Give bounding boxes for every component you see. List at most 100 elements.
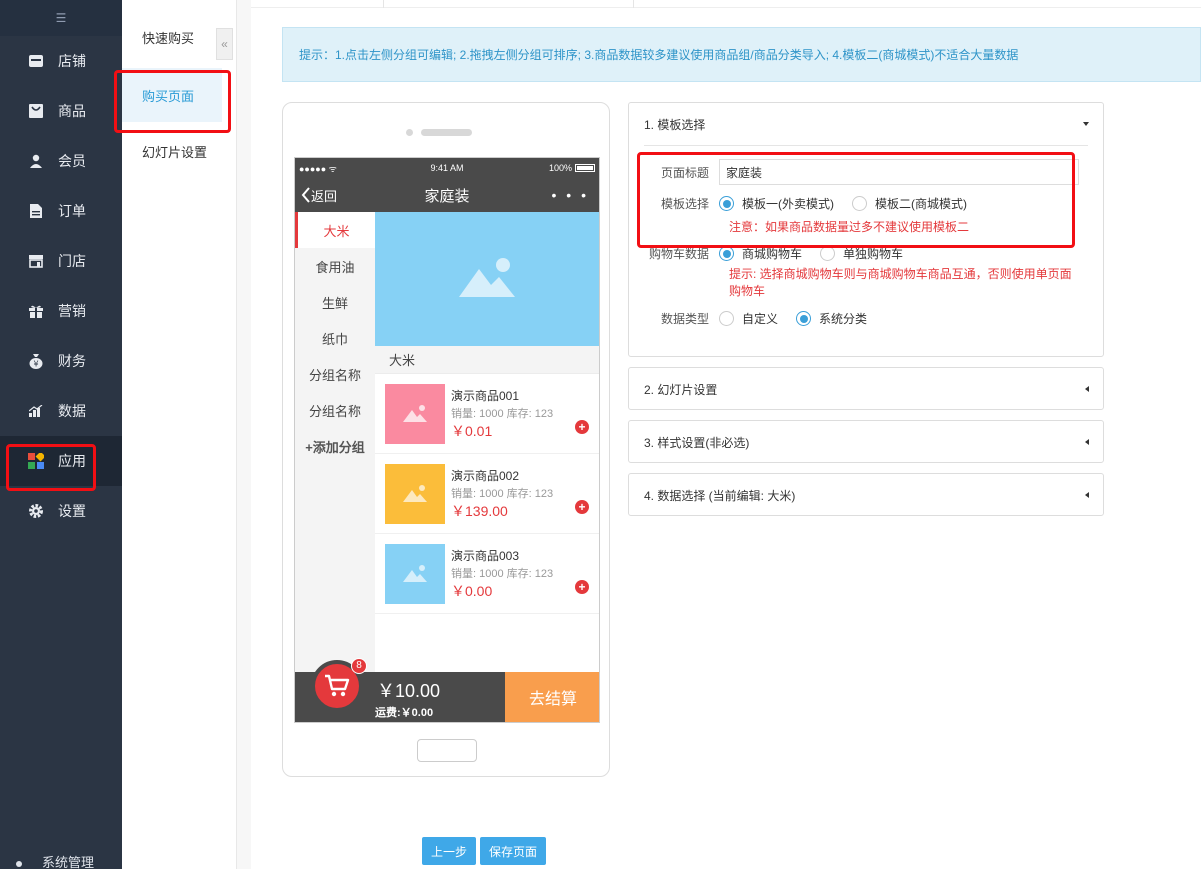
banner-image[interactable] [375, 212, 599, 346]
sidebar-item-marketing[interactable]: 营销 [0, 286, 122, 336]
add-to-cart-icon[interactable]: + [575, 580, 589, 594]
radio-checked-icon [719, 246, 734, 261]
sidebar-item-system[interactable]: 系统管理 [0, 855, 122, 869]
sidebar-item-order[interactable]: 订单 [0, 186, 122, 236]
caret-left-icon [1085, 386, 1089, 392]
status-time: 9:41 AM [430, 163, 464, 173]
category-item[interactable]: 分组名称 [295, 392, 375, 428]
phone-home-button [417, 739, 477, 762]
cart-bar: 8 ￥10.00 运费:￥0.00 去结算 [295, 658, 599, 722]
apps-icon [28, 453, 44, 469]
sidebar-item-data[interactable]: 数据 [0, 386, 122, 436]
status-bar: ●●●●● ᯤ 9:41 AM 100% [295, 158, 599, 178]
submenu-item-slides[interactable]: 幻灯片设置 [122, 122, 236, 180]
product-info: 演示商品003 销量: 1000 库存: 123 ￥0.00 [451, 547, 553, 601]
submenu-item-label: 幻灯片设置 [142, 144, 208, 160]
mall-cart-radio[interactable]: 商城购物车 [719, 245, 802, 262]
cart-icon [325, 674, 350, 697]
sidebar-collapse-toggle[interactable]: ☰ [0, 0, 122, 36]
sidebar-item-apps[interactable]: 应用 [0, 436, 122, 486]
checkout-button[interactable]: 去结算 [505, 672, 599, 722]
product-name: 演示商品002 [451, 468, 520, 483]
image-placeholder-icon [403, 484, 427, 502]
panel-data-select[interactable]: 4. 数据选择 (当前编辑: 大米) [628, 473, 1104, 516]
panel-body: 页面标题 家庭装 模板选择 模板一(外卖模式) 模板二(商城模式) 注意：如果商… [644, 145, 1088, 351]
panel-template-select: 1. 模板选择 页面标题 家庭装 模板选择 模板一(外卖模式) 模板二(商城模式… [628, 102, 1104, 357]
image-placeholder-icon [459, 258, 515, 297]
sidebar-item-label: 财务 [58, 353, 86, 369]
tip-text: 购物车 [729, 284, 766, 298]
phone-camera [406, 129, 413, 136]
member-icon [28, 153, 44, 169]
template-one-radio[interactable]: 模板一(外卖模式) [719, 195, 834, 212]
product-content: 大米 演示商品001 销量: 1000 库存: 123 ￥0.01 + 演示商品… [375, 212, 599, 672]
panel-style[interactable]: 3. 样式设置(非必选) [628, 420, 1104, 463]
save-page-button[interactable]: 保存页面 [480, 837, 546, 865]
sidebar-item-settings[interactable]: 设置 [0, 486, 122, 536]
page-title-input[interactable]: 家庭装 [719, 159, 1079, 185]
sidebar-item-label: 门店 [58, 253, 86, 269]
product-info: 演示商品001 销量: 1000 库存: 123 ￥0.01 [451, 387, 553, 441]
gutter [237, 0, 251, 869]
phone-preview: ●●●●● ᯤ 9:41 AM 100% 返回 家庭装 • • • 大米 食用油… [282, 102, 610, 777]
product-price: ￥0.01 [451, 422, 493, 439]
panel-header[interactable]: 1. 模板选择 [629, 103, 1103, 145]
product-row[interactable]: 演示商品003 销量: 1000 库存: 123 ￥0.00 + [375, 534, 599, 614]
product-row[interactable]: 演示商品002 销量: 1000 库存: 123 ￥139.00 + [375, 454, 599, 534]
category-item[interactable]: 大米 [295, 212, 375, 248]
sidebar-item-label: 设置 [58, 503, 86, 519]
add-to-cart-icon[interactable]: + [575, 420, 589, 434]
back-button[interactable]: 返回 [295, 186, 337, 205]
more-icon[interactable]: • • • [552, 187, 599, 203]
template-row: 模板选择 模板一(外卖模式) 模板二(商城模式) [629, 195, 985, 212]
product-row[interactable]: 演示商品001 销量: 1000 库存: 123 ￥0.01 + [375, 374, 599, 454]
sidebar-item-shop[interactable]: 门店 [0, 236, 122, 286]
template-two-radio[interactable]: 模板二(商城模式) [852, 195, 967, 212]
shipping-fee: 运费:￥0.00 [375, 707, 434, 719]
sidebar-item-label: 会员 [58, 153, 86, 169]
product-info: 演示商品002 销量: 1000 库存: 123 ￥139.00 [451, 467, 553, 521]
panel-title: 1. 模板选择 [644, 117, 706, 132]
cart-tip: 提示: 选择商城购物车则与商城购物车商品互通，否则使用单页面 购物车 [729, 265, 1072, 299]
field-label: 模板选择 [660, 197, 709, 211]
gear-icon [28, 503, 44, 519]
dot-icon [16, 861, 22, 867]
add-to-cart-icon[interactable]: + [575, 500, 589, 514]
tip-notice: 提示：1.点击左侧分组可编辑; 2.拖拽左侧分组可排序; 3.商品数据较多建议使… [282, 27, 1201, 82]
submenu-item-buy-page[interactable]: 购买页面 [122, 68, 222, 122]
sidebar-item-finance[interactable]: ¥ 财务 [0, 336, 122, 386]
category-item[interactable]: 生鲜 [295, 284, 375, 320]
cart-total: ￥10.00 [377, 681, 441, 701]
product-stats: 销量: 1000 库存: 123 [451, 487, 554, 500]
product-price: ￥0.00 [451, 582, 493, 599]
radio-unchecked-icon [852, 196, 867, 211]
sidebar-item-store[interactable]: 店铺 [0, 36, 122, 86]
caret-left-icon [1085, 492, 1089, 498]
category-item[interactable]: 食用油 [295, 248, 375, 284]
prev-step-button[interactable]: 上一步 [422, 837, 476, 865]
field-label: 数据类型 [660, 312, 709, 326]
system-category-radio[interactable]: 系统分类 [796, 310, 867, 327]
sidebar-item-label: 订单 [58, 203, 86, 219]
custom-radio[interactable]: 自定义 [719, 310, 778, 327]
submenu-collapse-button[interactable]: « [216, 28, 233, 60]
category-list: 大米 食用油 生鲜 纸巾 分组名称 分组名称 +添加分组 [295, 212, 375, 672]
radio-label: 单独购物车 [843, 247, 904, 261]
product-thumb [385, 383, 445, 444]
section-title: 大米 [375, 346, 599, 374]
radio-label: 系统分类 [819, 312, 868, 326]
sidebar-item-goods[interactable]: 商品 [0, 86, 122, 136]
panel-slides[interactable]: 2. 幻灯片设置 [628, 367, 1104, 410]
category-item[interactable]: 分组名称 [295, 356, 375, 392]
caret-down-icon [1083, 122, 1089, 126]
sidebar-item-label: 店铺 [58, 53, 86, 69]
cart-count-badge: 8 [351, 658, 367, 674]
panel-header[interactable]: 2. 幻灯片设置 [629, 368, 1103, 410]
add-category-button[interactable]: +添加分组 [295, 428, 375, 464]
tip-text: 提示：1.点击左侧分组可编辑; 2.拖拽左侧分组可排序; 3.商品数据较多建议使… [299, 48, 1019, 62]
category-item[interactable]: 纸巾 [295, 320, 375, 356]
sidebar-item-member[interactable]: 会员 [0, 136, 122, 186]
panel-header[interactable]: 4. 数据选择 (当前编辑: 大米) [629, 474, 1103, 516]
single-cart-radio[interactable]: 单独购物车 [820, 245, 903, 262]
panel-header[interactable]: 3. 样式设置(非必选) [629, 421, 1103, 463]
